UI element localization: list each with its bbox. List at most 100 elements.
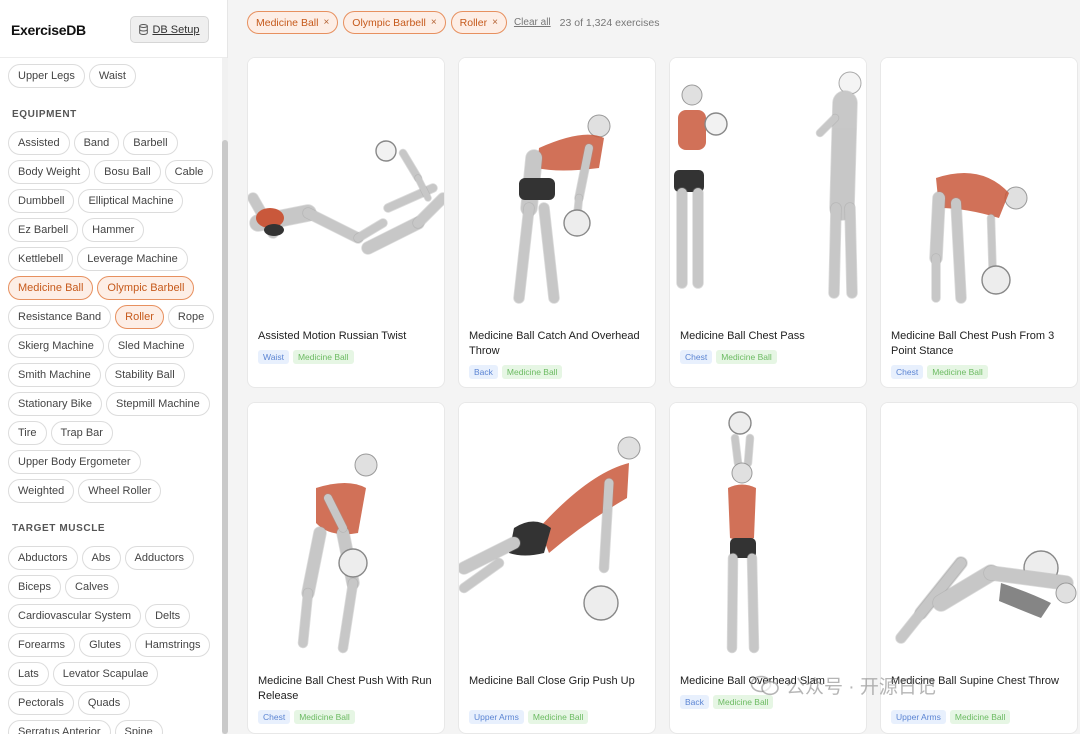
chip-abs[interactable]: Abs	[81, 546, 121, 570]
active-filter-label: Medicine Ball	[256, 16, 319, 29]
chip-delts[interactable]: Delts	[145, 604, 191, 628]
chip-hamstrings[interactable]: Hamstrings	[134, 633, 211, 657]
chip-waist[interactable]: Waist	[88, 64, 136, 88]
exercise-illustration[interactable]	[881, 58, 1077, 320]
equipment-chip-row: Dumbbell Elliptical Machine	[8, 189, 184, 213]
body-part-tag: Upper Arms	[891, 710, 946, 724]
chip-skierg-machine[interactable]: Skierg Machine	[8, 334, 104, 358]
remove-filter-icon[interactable]: ×	[323, 17, 329, 28]
chip-quads[interactable]: Quads	[77, 691, 131, 715]
equipment-tag: Medicine Ball	[949, 710, 1011, 724]
exercise-title[interactable]: Medicine Ball Chest Push From 3 Point St…	[891, 329, 1073, 359]
chip-stepmill-machine[interactable]: Stepmill Machine	[105, 392, 210, 416]
chip-lats[interactable]: Lats	[8, 662, 49, 686]
chip-adductors[interactable]: Adductors	[124, 546, 195, 570]
chip-roller[interactable]: Roller	[115, 305, 164, 329]
chip-olympic-barbell[interactable]: Olympic Barbell	[97, 276, 195, 300]
target-muscle-chip-row: Serratus Anterior Spine	[8, 720, 163, 734]
exercise-illustration[interactable]	[459, 403, 655, 665]
exercise-card[interactable]: Medicine Ball Chest Push From 3 Point St…	[880, 57, 1078, 388]
equipment-chip-row: Medicine Ball Olympic Barbell	[8, 276, 195, 300]
chip-stationary-bike[interactable]: Stationary Bike	[8, 392, 102, 416]
chip-upper-legs[interactable]: Upper Legs	[8, 64, 85, 88]
app-logo[interactable]: ExerciseDB	[11, 22, 86, 38]
filter-bar: Medicine Ball × Olympic Barbell × Roller × Cle…	[228, 0, 1080, 44]
exercise-card[interactable]: Medicine Ball Chest Push With Run Releas…	[247, 402, 445, 734]
equipment-tag: Medicine Ball	[501, 365, 563, 379]
chip-glutes[interactable]: Glutes	[79, 633, 131, 657]
db-setup-label: DB Setup	[152, 23, 200, 36]
equipment-tag: Medicine Ball	[716, 350, 777, 364]
watermark-text: 公众号 · 开源日记	[786, 677, 936, 698]
chip-hammer[interactable]: Hammer	[82, 218, 145, 242]
chip-abductors[interactable]: Abductors	[8, 546, 78, 570]
active-filter-olympic-barbell[interactable]: Olympic Barbell ×	[343, 11, 446, 34]
chip-levator-scapulae[interactable]: Levator Scapulae	[52, 662, 159, 686]
equipment-chip-row: Ez Barbell Hammer	[8, 218, 145, 242]
chip-spine[interactable]: Spine	[114, 720, 163, 734]
exercise-card[interactable]: Assisted Motion Russian Twist Waist Medici…	[247, 57, 445, 388]
target-muscle-heading: TARGET MUSCLE	[12, 523, 106, 534]
exercise-illustration[interactable]	[670, 58, 866, 320]
exercise-card[interactable]: Medicine Ball Chest Pass Chest Medicine Ba…	[669, 57, 867, 388]
chip-resistance-band[interactable]: Resistance Band	[8, 305, 112, 329]
db-setup-button[interactable]: DB Setup	[130, 16, 209, 43]
body-part-tag: Upper Arms	[469, 710, 524, 724]
exercise-title[interactable]: Assisted Motion Russian Twist	[258, 329, 440, 344]
chip-rope[interactable]: Rope	[167, 305, 215, 329]
chip-forearms[interactable]: Forearms	[8, 633, 76, 657]
chip-weighted[interactable]: Weighted	[8, 479, 75, 503]
target-muscle-chip-row: Forearms Glutes Hamstrings	[8, 633, 211, 657]
chip-kettlebell[interactable]: Kettlebell	[8, 247, 74, 271]
exercise-card[interactable]: Medicine Ball Catch And Overhead Throw Ba…	[458, 57, 656, 388]
exercise-illustration[interactable]	[459, 58, 655, 320]
chip-trap-bar[interactable]: Trap Bar	[50, 421, 113, 445]
chip-pectorals[interactable]: Pectorals	[8, 691, 74, 715]
exercise-tags: Chest Medicine Ball	[891, 365, 988, 379]
exercise-illustration[interactable]	[670, 403, 866, 665]
exercise-title[interactable]: Medicine Ball Close Grip Push Up	[469, 674, 651, 689]
exercise-illustration[interactable]	[881, 403, 1077, 665]
chip-cable[interactable]: Cable	[164, 160, 214, 184]
exercise-title[interactable]: Medicine Ball Chest Pass	[680, 329, 862, 344]
sidebar: ExerciseDB DB Setup Upper Legs Waist EQUIP…	[0, 0, 228, 734]
exercise-tags: Chest Medicine Ball	[258, 710, 355, 724]
chip-cardiovascular-system[interactable]: Cardiovascular System	[8, 604, 142, 628]
chip-bosu-ball[interactable]: Bosu Ball	[94, 160, 161, 184]
chip-assisted[interactable]: Assisted	[8, 131, 70, 155]
chip-leverage-machine[interactable]: Leverage Machine	[77, 247, 188, 271]
chip-calves[interactable]: Calves	[65, 575, 119, 599]
chip-serratus-anterior[interactable]: Serratus Anterior	[8, 720, 111, 734]
chip-barbell[interactable]: Barbell	[123, 131, 178, 155]
chip-band[interactable]: Band	[73, 131, 120, 155]
chip-ez-barbell[interactable]: Ez Barbell	[8, 218, 79, 242]
chip-stability-ball[interactable]: Stability Ball	[104, 363, 185, 387]
exercise-tags: Upper Arms Medicine Ball	[469, 710, 589, 724]
remove-filter-icon[interactable]: ×	[492, 17, 498, 28]
remove-filter-icon[interactable]: ×	[431, 17, 437, 28]
database-icon	[139, 24, 149, 35]
body-part-tag: Back	[680, 695, 709, 709]
exercise-tags: Upper Arms Medicine Ball	[891, 710, 1011, 724]
active-filters: Medicine Ball × Olympic Barbell × Roller × Cle…	[247, 11, 659, 34]
active-filter-label: Olympic Barbell	[352, 16, 426, 29]
chip-elliptical-machine[interactable]: Elliptical Machine	[78, 189, 184, 213]
active-filter-roller[interactable]: Roller ×	[450, 11, 507, 34]
chip-sled-machine[interactable]: Sled Machine	[107, 334, 195, 358]
sidebar-scrollbar-thumb[interactable]	[222, 140, 228, 734]
clear-all-link[interactable]: Clear all	[514, 17, 551, 28]
chip-upper-body-ergometer[interactable]: Upper Body Ergometer	[8, 450, 141, 474]
chip-biceps[interactable]: Biceps	[8, 575, 62, 599]
active-filter-medicine-ball[interactable]: Medicine Ball ×	[247, 11, 339, 34]
exercise-illustration[interactable]	[248, 403, 444, 665]
chip-smith-machine[interactable]: Smith Machine	[8, 363, 101, 387]
exercise-title[interactable]: Medicine Ball Chest Push With Run Releas…	[258, 674, 440, 704]
chip-body-weight[interactable]: Body Weight	[8, 160, 91, 184]
chip-wheel-roller[interactable]: Wheel Roller	[78, 479, 162, 503]
chip-tire[interactable]: Tire	[8, 421, 47, 445]
exercise-title[interactable]: Medicine Ball Catch And Overhead Throw	[469, 329, 651, 359]
chip-medicine-ball[interactable]: Medicine Ball	[8, 276, 94, 300]
chip-dumbbell[interactable]: Dumbbell	[8, 189, 75, 213]
exercise-illustration[interactable]	[248, 58, 444, 320]
exercise-card[interactable]: Medicine Ball Close Grip Push Up Upper Ar…	[458, 402, 656, 734]
